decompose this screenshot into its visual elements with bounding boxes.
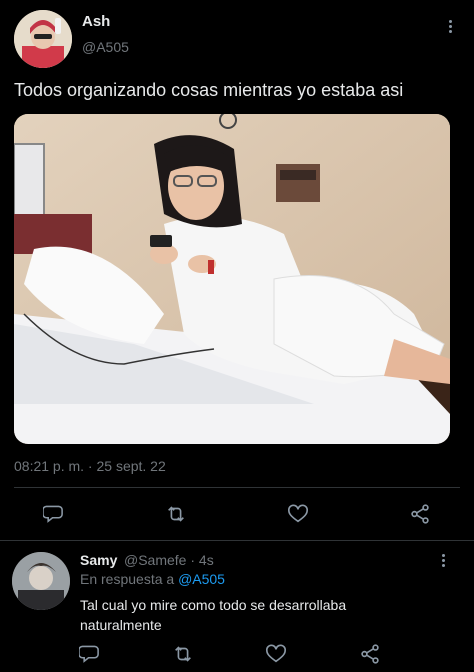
heart-icon[interactable] (256, 634, 296, 672)
more-icon[interactable] (434, 552, 452, 574)
divider (0, 540, 474, 541)
share-icon[interactable] (400, 494, 440, 534)
replying-to: En respuesta a @A505 (80, 571, 225, 587)
tweet-header: Ash @A505 (0, 0, 474, 78)
reply-icon[interactable] (34, 494, 74, 534)
author-display-name[interactable]: Ash (82, 13, 110, 30)
reply-author-meta: @Samefe · 4s (124, 552, 214, 568)
reply-author-name[interactable]: Samy (80, 552, 117, 568)
replying-to-prefix: En respuesta a (80, 571, 175, 587)
author-handle[interactable]: @A505 (82, 39, 129, 55)
reply-icon[interactable] (70, 634, 110, 672)
tweet-timestamp[interactable]: 08:21 p. m. · 25 sept. 22 (14, 458, 166, 474)
tweet-photo[interactable] (14, 114, 450, 444)
retweet-icon[interactable] (163, 634, 203, 672)
divider (14, 487, 460, 488)
reply-author-avatar[interactable] (12, 552, 70, 610)
reply-text-line: naturalmente (80, 617, 162, 633)
reply-tweet[interactable]: Samy @Samefe · 4s En respuesta a @A505 T… (0, 542, 474, 672)
author-avatar[interactable] (14, 10, 72, 68)
heart-icon[interactable] (278, 494, 318, 534)
reply-text-line: Tal cual yo mire como todo se desarrolla… (80, 597, 347, 613)
replying-to-handle-link[interactable]: @A505 (178, 571, 225, 587)
reply-separator: · (190, 552, 199, 568)
share-icon[interactable] (350, 634, 390, 672)
tweet-actions (0, 494, 474, 534)
tweet-text: Todos organizando cosas mientras yo esta… (14, 80, 404, 100)
retweet-icon[interactable] (156, 494, 196, 534)
reply-text: Tal cual yo mire como todo se desarrolla… (80, 595, 450, 635)
reply-age[interactable]: 4s (199, 552, 214, 568)
reply-actions (0, 634, 474, 670)
reply-author-handle[interactable]: @Samefe (124, 552, 186, 568)
more-icon[interactable] (440, 18, 460, 40)
